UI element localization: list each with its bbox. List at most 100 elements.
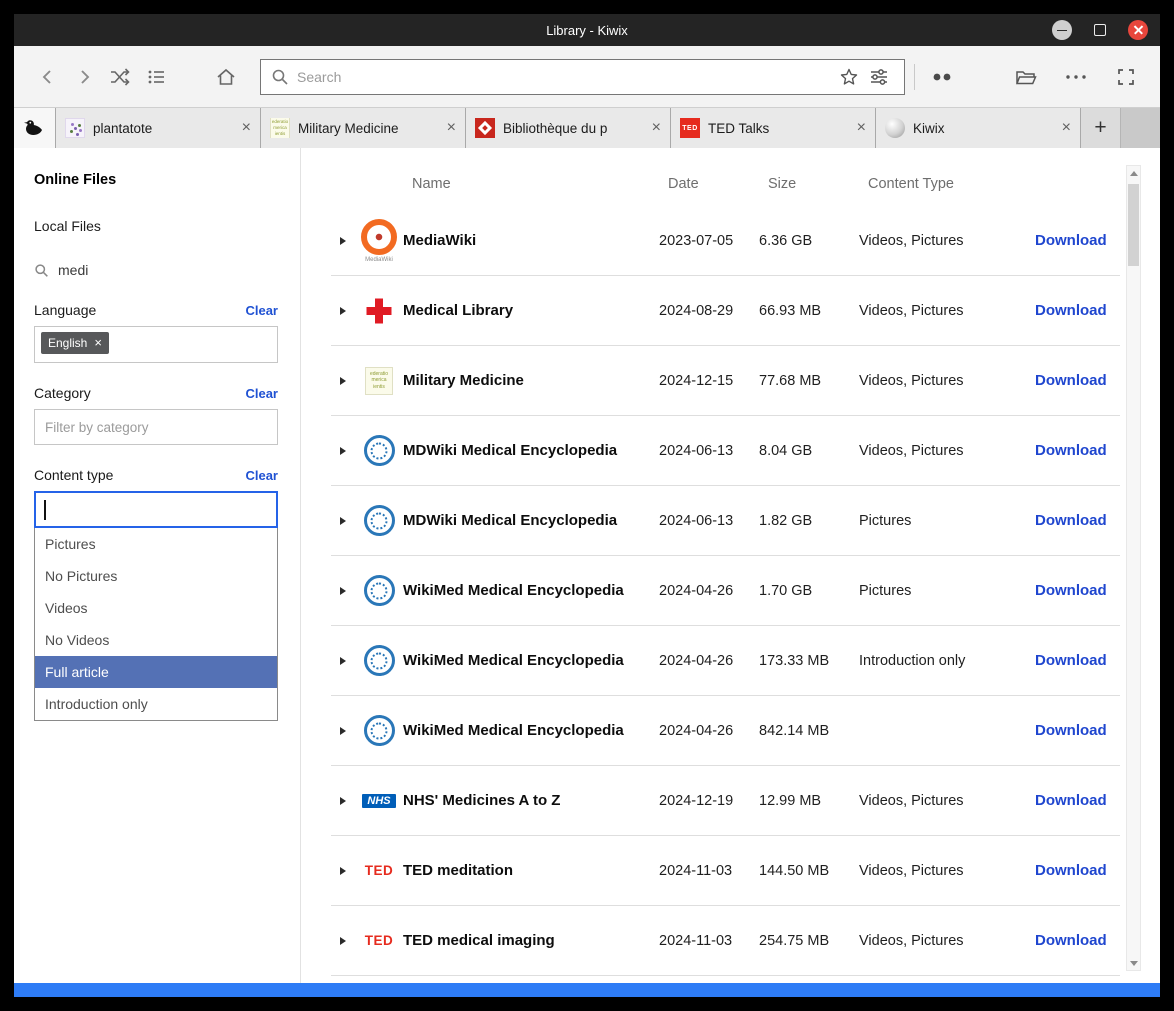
plantatote-icon xyxy=(65,118,85,138)
download-link[interactable]: Download xyxy=(1029,932,1119,949)
tab-close-icon[interactable] xyxy=(857,120,866,136)
download-link[interactable]: Download xyxy=(1029,372,1119,389)
expand-arrow-icon[interactable] xyxy=(340,237,346,245)
dropdown-option[interactable]: No Pictures xyxy=(35,560,277,592)
main-toolbar xyxy=(14,46,1160,108)
close-button[interactable] xyxy=(1128,20,1148,40)
content-type-input[interactable] xyxy=(34,491,278,528)
scroll-down-icon[interactable] xyxy=(1127,956,1140,970)
table-row[interactable]: MDWiki Medical Encyclopedia 2024-06-13 8… xyxy=(331,416,1120,486)
table-row[interactable]: MDWiki Medical Encyclopedia 2024-06-13 1… xyxy=(331,486,1120,556)
expand-arrow-icon[interactable] xyxy=(340,727,346,735)
book-content-type: Videos, Pictures xyxy=(859,303,1029,319)
language-filter-box[interactable]: English xyxy=(34,326,278,363)
more-options-button[interactable] xyxy=(1058,59,1094,95)
scroll-up-icon[interactable] xyxy=(1127,166,1140,180)
dropdown-option[interactable]: Pictures xyxy=(35,528,277,560)
table-row[interactable]: Military Medicine 2024-12-15 77.68 MB Vi… xyxy=(331,346,1120,416)
search-input[interactable] xyxy=(297,69,834,85)
chip-remove-icon[interactable] xyxy=(94,336,102,350)
content-type-label: Content type xyxy=(34,467,113,483)
vertical-scrollbar[interactable] xyxy=(1126,165,1141,971)
expand-arrow-icon[interactable] xyxy=(340,447,346,455)
book-date: 2023-07-05 xyxy=(659,233,759,249)
dropdown-option[interactable]: Full article xyxy=(35,656,277,688)
table-row[interactable]: TED TED meditation 2024-11-03 144.50 MB … xyxy=(331,836,1120,906)
content-area: Online Files Local Files Language Clear … xyxy=(14,148,1160,983)
expand-arrow-icon[interactable] xyxy=(340,797,346,805)
new-tab-button[interactable]: + xyxy=(1081,108,1121,148)
dropdown-option[interactable]: Introduction only xyxy=(35,688,277,720)
home-icon xyxy=(215,67,237,87)
dropdown-option[interactable]: Videos xyxy=(35,592,277,624)
random-article-button[interactable] xyxy=(102,59,138,95)
download-link[interactable]: Download xyxy=(1029,302,1119,319)
tab-close-icon[interactable] xyxy=(1062,120,1071,136)
browser-tab[interactable]: plantatote xyxy=(56,108,261,148)
library-tab[interactable] xyxy=(14,108,56,148)
browser-tab[interactable]: Bibliothèque du p xyxy=(466,108,671,148)
table-row[interactable]: WikiMed Medical Encyclopedia 2024-04-26 … xyxy=(331,556,1120,626)
download-link[interactable]: Download xyxy=(1029,232,1119,249)
expand-arrow-icon[interactable] xyxy=(340,937,346,945)
table-row[interactable]: MediaWiki MediaWiki 2023-07-05 6.36 GB V… xyxy=(331,206,1120,276)
nav-online-files[interactable]: Online Files xyxy=(34,172,278,188)
dropdown-option[interactable]: No Videos xyxy=(35,624,277,656)
minimize-button[interactable] xyxy=(1052,20,1072,40)
mdwiki-icon xyxy=(355,556,403,625)
table-row[interactable]: WikiMed Medical Encyclopedia 2024-04-26 … xyxy=(331,696,1120,766)
book-title: Military Medicine xyxy=(403,372,659,389)
expand-arrow-icon[interactable] xyxy=(340,867,346,875)
book-content-type: Videos, Pictures xyxy=(859,863,1029,879)
download-link[interactable]: Download xyxy=(1029,512,1119,529)
home-button[interactable] xyxy=(208,59,244,95)
download-link[interactable]: Download xyxy=(1029,652,1119,669)
nav-local-files[interactable]: Local Files xyxy=(34,218,278,234)
content-type-clear-link[interactable]: Clear xyxy=(245,468,278,483)
download-link[interactable]: Download xyxy=(1029,792,1119,809)
scrollbar-thumb[interactable] xyxy=(1128,184,1139,266)
filter-button[interactable] xyxy=(864,62,894,92)
open-file-button[interactable] xyxy=(1008,59,1044,95)
table-of-contents-button[interactable] xyxy=(138,59,174,95)
book-date: 2024-06-13 xyxy=(659,443,759,459)
mdwiki-icon xyxy=(355,416,403,485)
reading-list-button[interactable] xyxy=(924,59,960,95)
sidebar-search[interactable] xyxy=(34,262,278,278)
category-filter-input[interactable] xyxy=(34,409,278,445)
download-link[interactable]: Download xyxy=(1029,722,1119,739)
book-date: 2024-08-29 xyxy=(659,303,759,319)
search-icon xyxy=(34,263,49,278)
download-link[interactable]: Download xyxy=(1029,582,1119,599)
table-row[interactable]: NHS NHS' Medicines A to Z 2024-12-19 12.… xyxy=(331,766,1120,836)
book-title: Medical Library xyxy=(403,302,659,319)
download-link[interactable]: Download xyxy=(1029,862,1119,879)
language-clear-link[interactable]: Clear xyxy=(245,303,278,318)
table-row[interactable]: Medical Library 2024-08-29 66.93 MB Vide… xyxy=(331,276,1120,346)
tab-close-icon[interactable] xyxy=(447,120,456,136)
tab-label: TED Talks xyxy=(708,121,849,136)
tab-close-icon[interactable] xyxy=(652,120,661,136)
table-row[interactable]: TED TED medical imaging 2024-11-03 254.7… xyxy=(331,906,1120,976)
expand-arrow-icon[interactable] xyxy=(340,517,346,525)
back-button[interactable] xyxy=(30,59,66,95)
expand-arrow-icon[interactable] xyxy=(340,377,346,385)
sidebar-search-input[interactable] xyxy=(58,262,238,278)
search-box[interactable] xyxy=(260,59,905,95)
forward-button[interactable] xyxy=(66,59,102,95)
tab-close-icon[interactable] xyxy=(242,120,251,136)
browser-tab[interactable]: TED TED Talks xyxy=(671,108,876,148)
maximize-button[interactable] xyxy=(1094,24,1106,36)
category-clear-link[interactable]: Clear xyxy=(245,386,278,401)
download-link[interactable]: Download xyxy=(1029,442,1119,459)
tab-label: Military Medicine xyxy=(298,121,439,136)
expand-arrow-icon[interactable] xyxy=(340,307,346,315)
fullscreen-button[interactable] xyxy=(1108,59,1144,95)
browser-tab[interactable]: Kiwix xyxy=(876,108,1081,148)
wikipedia-globe-icon xyxy=(885,118,905,138)
expand-arrow-icon[interactable] xyxy=(340,657,346,665)
browser-tab[interactable]: Military Medicine xyxy=(261,108,466,148)
table-row[interactable]: WikiMed Medical Encyclopedia 2024-04-26 … xyxy=(331,626,1120,696)
expand-arrow-icon[interactable] xyxy=(340,587,346,595)
bookmark-button[interactable] xyxy=(834,62,864,92)
